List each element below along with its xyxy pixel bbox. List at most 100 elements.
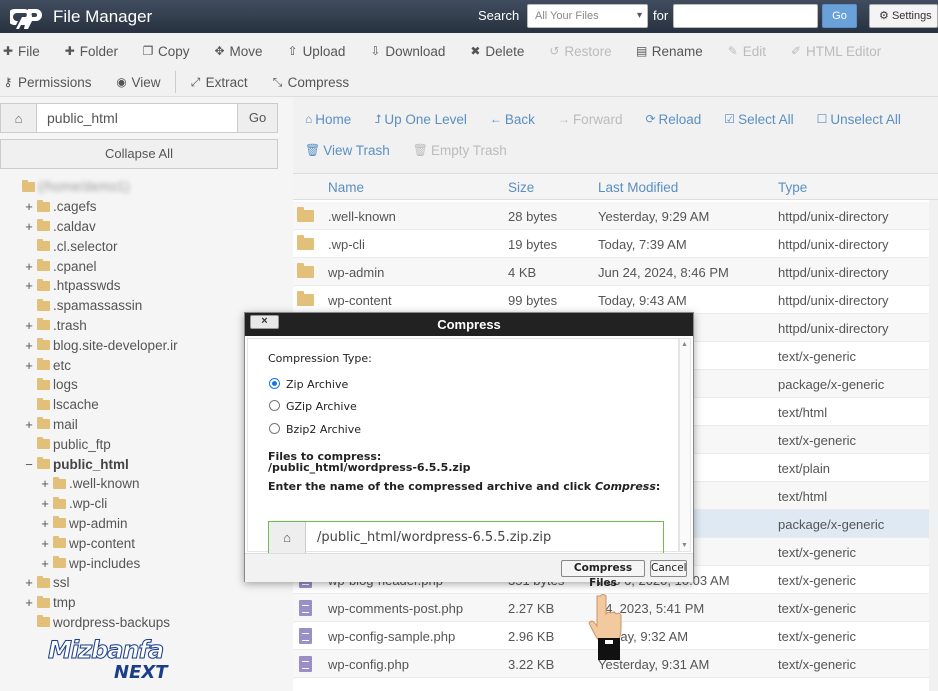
column-modified-header[interactable]: Last Modified	[598, 180, 678, 195]
restore-button[interactable]: ↺ Restore	[548, 44, 611, 59]
gzip-archive-radio[interactable]	[269, 400, 280, 411]
column-type-header[interactable]: Type	[778, 180, 807, 195]
tree-item[interactable]: + .caldav	[0, 217, 285, 237]
compress-button[interactable]: ⤡ Compress	[272, 75, 349, 90]
expand-icon[interactable]: +	[24, 318, 34, 333]
delete-button[interactable]: ✖ Delete	[469, 44, 524, 59]
bzip2-archive-radio[interactable]	[269, 423, 280, 434]
forward-button[interactable]: → Forward	[558, 112, 623, 127]
unselect-all-button[interactable]: ☐ Unselect All	[817, 112, 901, 127]
collapse-icon[interactable]: −	[24, 457, 34, 472]
compress-files-button[interactable]: Compress Files	[561, 560, 645, 589]
tree-item[interactable]: + .well-known	[0, 474, 285, 494]
bzip2-archive-label[interactable]: Bzip2 Archive	[286, 423, 361, 436]
tree-item-label: .htpasswds	[53, 278, 121, 294]
tree-item[interactable]: + .cagefs	[0, 197, 285, 217]
permissions-button[interactable]: ⚷ Permissions	[2, 75, 92, 90]
expand-icon[interactable]: +	[40, 516, 50, 531]
download-button[interactable]: ⇩ Download	[369, 44, 445, 59]
html-editor-button[interactable]: ✐ HTML Editor	[790, 44, 881, 59]
column-size-header[interactable]: Size	[508, 180, 534, 195]
tree-item[interactable]: + ssl	[0, 573, 285, 593]
tree-item[interactable]: + .htpasswds	[0, 276, 285, 296]
expand-icon[interactable]: +	[24, 278, 34, 293]
expand-icon[interactable]: +	[24, 595, 34, 610]
expand-icon[interactable]: +	[24, 259, 34, 274]
new-file-button[interactable]: ✚ File	[2, 44, 40, 59]
up-one-level-button[interactable]: ⮥ Up One Level	[374, 112, 467, 127]
tree-item[interactable]: + .cpanel	[0, 256, 285, 276]
archive-name-input[interactable]: /public_html/wordpress-6.5.5.zip.zip	[306, 522, 663, 553]
settings-button[interactable]: ⚙ Settings	[869, 4, 938, 28]
zip-archive-label[interactable]: Zip Archive	[286, 378, 348, 391]
move-button[interactable]: ✥ Move	[214, 44, 263, 59]
expand-icon[interactable]: +	[24, 338, 34, 353]
tree-item[interactable]: − public_html	[0, 454, 285, 474]
tree-item[interactable]: + tmp	[0, 593, 285, 613]
new-folder-button[interactable]: ✚ Folder	[64, 44, 118, 59]
scroll-up-icon[interactable]: ▲	[681, 341, 688, 348]
zip-archive-radio[interactable]	[269, 378, 280, 389]
tree-item[interactable]: logs	[0, 375, 285, 395]
tree-item[interactable]: .spamassassin	[0, 296, 285, 316]
upload-button[interactable]: ⇧ Upload	[287, 44, 346, 59]
tree-item[interactable]: lscache	[0, 395, 285, 415]
archive-name-field[interactable]: ⌂ /public_html/wordpress-6.5.5.zip.zip	[268, 521, 664, 554]
expand-icon[interactable]: +	[24, 575, 34, 590]
dialog-scrollbar[interactable]: ▲ ▼	[679, 338, 691, 552]
tree-item-label: .spamassassin	[53, 298, 143, 314]
expand-icon[interactable]: +	[40, 476, 50, 491]
tree-item[interactable]: + wp-admin	[0, 514, 285, 534]
copy-button[interactable]: ❐ Copy	[142, 44, 190, 59]
path-input[interactable]: public_html	[37, 104, 237, 132]
table-row[interactable]: .well-known 28 bytes Yesterday, 9:29 AM htt…	[293, 202, 938, 230]
table-row[interactable]: wp-admin 4 KB Jun 24, 2024, 8:46 PM httpd/u…	[293, 258, 938, 286]
rename-button[interactable]: ▤ Rename	[636, 44, 703, 59]
tree-item[interactable]: wordpress-backups	[0, 613, 285, 633]
select-all-button[interactable]: ☑ Select All	[724, 112, 793, 127]
expand-icon[interactable]: +	[40, 536, 50, 551]
search-input[interactable]	[673, 4, 818, 28]
expand-icon[interactable]: +	[24, 417, 34, 432]
edit-button[interactable]: ✎ Edit	[727, 44, 766, 59]
expand-icon[interactable]: +	[24, 219, 34, 234]
view-trash-button[interactable]: 🗑 View Trash	[305, 143, 390, 158]
tree-item[interactable]: + mail	[0, 415, 285, 435]
cpanel-logo[interactable]: File Manager	[10, 5, 152, 29]
path-go-button[interactable]: Go	[237, 104, 277, 132]
expand-icon[interactable]: +	[40, 496, 50, 511]
tree-item[interactable]: (/home/demo1)	[0, 177, 285, 197]
empty-trash-button[interactable]: 🗑 Empty Trash	[413, 143, 507, 158]
folder-icon	[53, 556, 66, 569]
view-button[interactable]: ◉ View	[116, 75, 160, 90]
tree-item[interactable]: + wp-includes	[0, 553, 285, 573]
search-go-button[interactable]: Go	[822, 4, 857, 28]
tree-item[interactable]: + .trash	[0, 316, 285, 336]
cancel-button[interactable]: Cancel	[650, 560, 687, 577]
level-up-icon: ⮥	[374, 111, 382, 126]
tree-item[interactable]: + etc	[0, 355, 285, 375]
file-list-scrollbar[interactable]	[929, 200, 938, 691]
file-table-header: Name Size Last Modified Type	[293, 174, 938, 200]
extract-button[interactable]: ⤢ Extract	[190, 75, 248, 90]
gzip-archive-label[interactable]: GZip Archive	[286, 400, 357, 413]
tree-item[interactable]: + wp-content	[0, 533, 285, 553]
home-button[interactable]: ⌂ Home	[305, 112, 351, 127]
tree-item[interactable]: public_ftp	[0, 434, 285, 454]
column-name-header[interactable]: Name	[328, 180, 364, 195]
expand-icon[interactable]: +	[40, 556, 50, 571]
reload-button[interactable]: ⟳ Reload	[645, 112, 701, 127]
home-icon[interactable]: ⌂	[1, 104, 37, 132]
tree-item[interactable]: .cl.selector	[0, 236, 285, 256]
tree-item[interactable]: + .wp-cli	[0, 494, 285, 514]
expand-icon[interactable]: +	[24, 199, 34, 214]
table-row[interactable]: .wp-cli 19 bytes Today, 7:39 AM httpd/unix-…	[293, 230, 938, 258]
expand-icon[interactable]: +	[24, 358, 34, 373]
back-button[interactable]: ← Back	[490, 112, 535, 127]
collapse-all-button[interactable]: Collapse All	[0, 139, 278, 169]
close-button[interactable]: ×	[250, 315, 279, 329]
scroll-down-icon[interactable]: ▼	[681, 542, 688, 549]
tree-item[interactable]: + blog.site-developer.ir	[0, 335, 285, 355]
search-scope-select[interactable]: All Your Files ▾	[527, 4, 648, 28]
table-row[interactable]: wp-content 99 bytes Today, 9:43 AM httpd/un…	[293, 286, 938, 314]
